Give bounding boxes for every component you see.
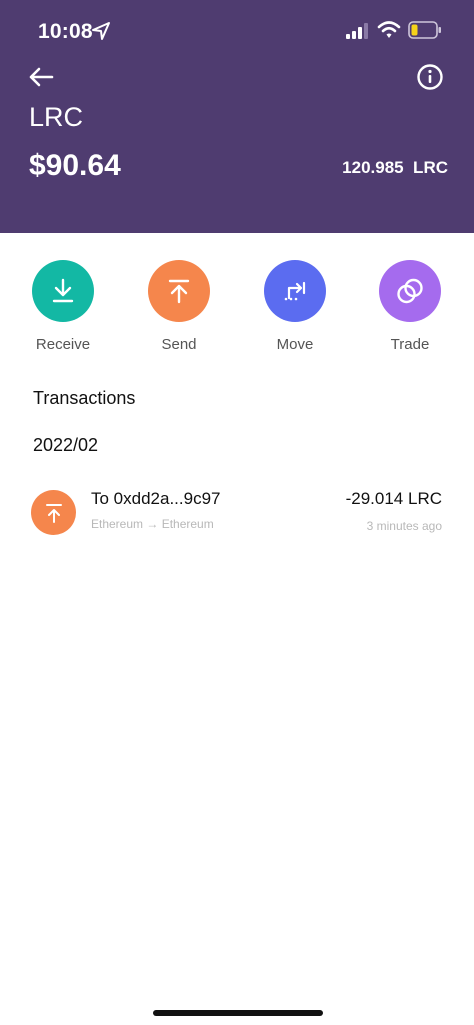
battery-icon	[408, 21, 441, 39]
month-heading: 2022/02	[33, 435, 99, 455]
transactions-heading: Transactions	[33, 388, 136, 408]
asset-symbol: LRC	[29, 102, 84, 132]
trade-circle[interactable]	[379, 260, 441, 322]
token-balance: 120.985 LRC	[342, 158, 448, 177]
location-arrow-icon	[92, 22, 110, 40]
status-time: 10:08	[38, 20, 93, 43]
send-label: Send	[161, 336, 197, 353]
upload-icon	[168, 279, 190, 304]
trade-button[interactable]: Trade	[360, 260, 460, 353]
send-button[interactable]: Send	[129, 260, 229, 353]
receive-circle[interactable]	[32, 260, 94, 322]
wifi-icon	[377, 21, 401, 38]
info-icon[interactable]	[415, 62, 445, 92]
transaction-network-route: Ethereum → Ethereum	[91, 517, 214, 531]
send-circle[interactable]	[148, 260, 210, 322]
receive-button[interactable]: Receive	[13, 260, 113, 353]
transaction-recipient: To 0xdd2a...9c97	[91, 489, 221, 508]
receive-label: Receive	[35, 336, 91, 353]
move-button[interactable]: Move	[245, 260, 345, 353]
move-icon	[284, 281, 306, 301]
send-transaction-icon	[31, 490, 76, 535]
trade-label: Trade	[390, 336, 430, 353]
move-label: Move	[276, 336, 314, 353]
back-arrow-icon[interactable]	[26, 62, 56, 92]
trade-icon	[397, 278, 423, 304]
cellular-signal-icon	[346, 23, 368, 39]
transaction-time: 3 minutes ago	[366, 519, 442, 533]
transaction-row[interactable]: To 0xdd2a...9c97 Ethereum → Ethereum -29…	[0, 483, 474, 543]
move-circle[interactable]	[264, 260, 326, 322]
download-icon	[52, 278, 74, 303]
send-icon	[45, 503, 62, 523]
home-indicator[interactable]	[153, 1010, 323, 1016]
fiat-balance: $90.64	[29, 149, 121, 182]
transaction-amount: -29.014 LRC	[345, 489, 442, 508]
wallet-header: 10:08 LRC $90.64 120.985 LRC	[0, 0, 474, 233]
